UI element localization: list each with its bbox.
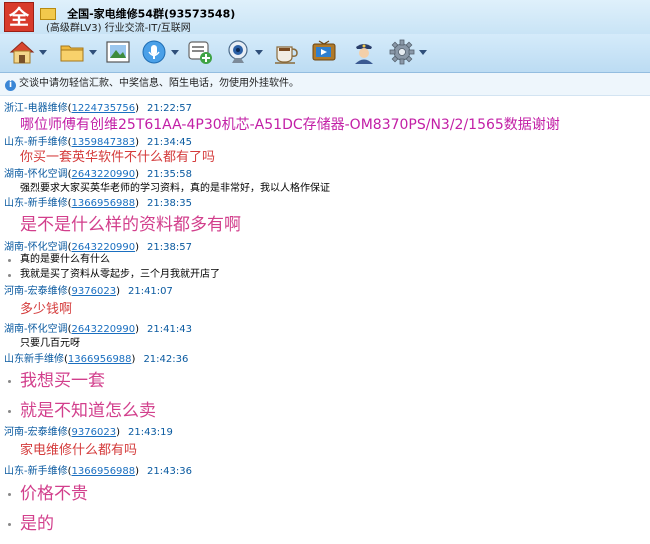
message-time: 21:43:36: [147, 466, 192, 477]
sender-name[interactable]: 浙江-电器维修: [4, 103, 68, 114]
chevron-down-icon[interactable]: [89, 50, 97, 55]
message-header: 山东新手维修(1366956988) 21:42:36: [4, 354, 189, 365]
message-time: 21:43:19: [127, 427, 173, 438]
window-header: 全 全国-家电维修54群(93573548) (高级群LV3) 行业交流-IT/…: [0, 0, 650, 34]
message-text: 真的是要什么有什么: [20, 254, 110, 265]
sender-name[interactable]: 山东新手维修: [4, 354, 64, 365]
sender-name[interactable]: 湖南-怀化空调: [4, 324, 68, 335]
message-time: 21:42:36: [143, 354, 189, 365]
toolbar: [0, 34, 650, 73]
message-header: 湖南-怀化空调(2643220990) 21:35:58: [4, 169, 192, 180]
message-text: 我就是买了资料从零起步，三个月我就开店了: [20, 269, 220, 280]
message-text: 你买一套英华软件不什么都有了吗: [20, 150, 216, 165]
sender-name[interactable]: 河南-宏泰维修: [4, 427, 68, 438]
sender-name[interactable]: 山东-新手维修: [4, 137, 68, 148]
message-header: 湖南-怀化空调(2643220990) 21:41:43: [4, 324, 192, 335]
message-text: 只要几百元呀: [20, 338, 80, 349]
sender-name[interactable]: 湖南-怀化空调: [4, 169, 68, 180]
sender-name[interactable]: 山东-新手维修: [4, 198, 68, 209]
sender-qq-link[interactable]: 2643220990: [72, 324, 136, 335]
message-text: 多少钱啊: [20, 302, 73, 317]
tv-icon: [312, 40, 336, 61]
chevron-down-icon[interactable]: [171, 50, 179, 55]
message-time: 21:35:58: [147, 169, 192, 180]
photo-button[interactable]: [104, 38, 132, 68]
chat-log[interactable]: 浙江-电器维修(1224735756) 21:22:57 哪位师傅有创维25T61…: [0, 96, 650, 544]
message-time: 21:41:43: [147, 324, 192, 335]
sender-qq-link[interactable]: 9376023: [72, 286, 117, 297]
chevron-down-icon[interactable]: [419, 50, 427, 55]
line-bullet: [8, 380, 11, 383]
home-button[interactable]: [8, 38, 48, 68]
home-icon: [9, 41, 35, 64]
message-time: 21:34:45: [147, 137, 192, 148]
folder-icon: [60, 45, 84, 62]
add-message-button[interactable]: [186, 38, 214, 68]
message-time: 21:41:07: [127, 286, 173, 297]
tv-button[interactable]: [310, 38, 338, 68]
sender-name[interactable]: 河南-宏泰维修: [4, 286, 68, 297]
sender-qq-link[interactable]: 1359847383: [72, 137, 136, 148]
files-button[interactable]: [58, 38, 98, 68]
message-text: 哪位师傅有创维25T61AA-4P30机芯-A51DC存储器-OM8370PS/…: [20, 117, 560, 133]
mail-icon[interactable]: [40, 7, 56, 20]
message-header: 河南-宏泰维修(9376023) 21:41:07: [4, 286, 173, 297]
info-icon: i: [5, 80, 16, 91]
video-button[interactable]: [224, 38, 264, 68]
message-time: 21:22:57: [147, 103, 192, 114]
coffee-button[interactable]: [272, 38, 300, 68]
sender-name[interactable]: 山东-新手维修: [4, 466, 68, 477]
message-header: 浙江-电器维修(1224735756) 21:22:57: [4, 103, 192, 114]
line-bullet: [8, 410, 11, 413]
security-button[interactable]: [350, 38, 378, 68]
group-subtitle: (高级群LV3) 行业交流-IT/互联网: [46, 23, 191, 34]
sender-qq-link[interactable]: 2643220990: [72, 242, 136, 253]
voice-button[interactable]: [140, 38, 180, 68]
photo-icon: [106, 41, 130, 63]
sender-name[interactable]: 湖南-怀化空调: [4, 242, 68, 253]
sender-qq-link[interactable]: 1366956988: [72, 466, 136, 477]
security-notice: i 交谈中请勿轻信汇款、中奖信息、陌生电话，勿使用外挂软件。: [0, 73, 650, 96]
settings-button[interactable]: [388, 38, 428, 68]
coffee-icon: [275, 46, 298, 64]
message-text: 家电维修什么都有吗: [20, 443, 138, 458]
line-bullet: [8, 523, 11, 526]
chevron-down-icon[interactable]: [39, 50, 47, 55]
message-text: 是不是什么样的资料都多有啊: [20, 215, 241, 235]
line-bullet: [8, 493, 11, 496]
sender-qq-link[interactable]: 2643220990: [72, 169, 136, 180]
gear-icon: [389, 39, 415, 65]
notice-text: 交谈中请勿轻信汇款、中奖信息、陌生电话，勿使用外挂软件。: [19, 78, 299, 89]
message-header: 山东-新手维修(1359847383) 21:34:45: [4, 137, 192, 148]
add-message-icon: [188, 41, 212, 64]
sender-qq-link[interactable]: 1366956988: [68, 354, 132, 365]
message-text: 就是不知道怎么卖: [20, 401, 156, 421]
sender-qq-link[interactable]: 1366956988: [72, 198, 136, 209]
webcam-icon: [228, 40, 248, 63]
chevron-down-icon[interactable]: [255, 50, 263, 55]
message-text: 我想买一套: [20, 371, 105, 391]
sender-qq-link[interactable]: 9376023: [72, 427, 117, 438]
message-time: 21:38:57: [147, 242, 192, 253]
title-row: 全国-家电维修54群(93573548): [40, 3, 235, 21]
message-header: 山东-新手维修(1366956988) 21:43:36: [4, 466, 192, 477]
message-text: 强烈要求大家买英华老师的学习资料，真的是非常好，我以人格作保证: [20, 183, 330, 194]
group-avatar[interactable]: 全: [4, 2, 34, 32]
microphone-icon: [142, 40, 166, 64]
message-header: 河南-宏泰维修(9376023) 21:43:19: [4, 427, 173, 438]
message-text: 是的: [20, 514, 54, 534]
message-time: 21:38:35: [147, 198, 192, 209]
line-bullet: [8, 259, 11, 262]
line-bullet: [8, 274, 11, 277]
message-header: 山东-新手维修(1366956988) 21:38:35: [4, 198, 192, 209]
sender-qq-link[interactable]: 1224735756: [72, 103, 136, 114]
message-text: 价格不贵: [20, 484, 88, 504]
police-icon: [355, 44, 373, 64]
